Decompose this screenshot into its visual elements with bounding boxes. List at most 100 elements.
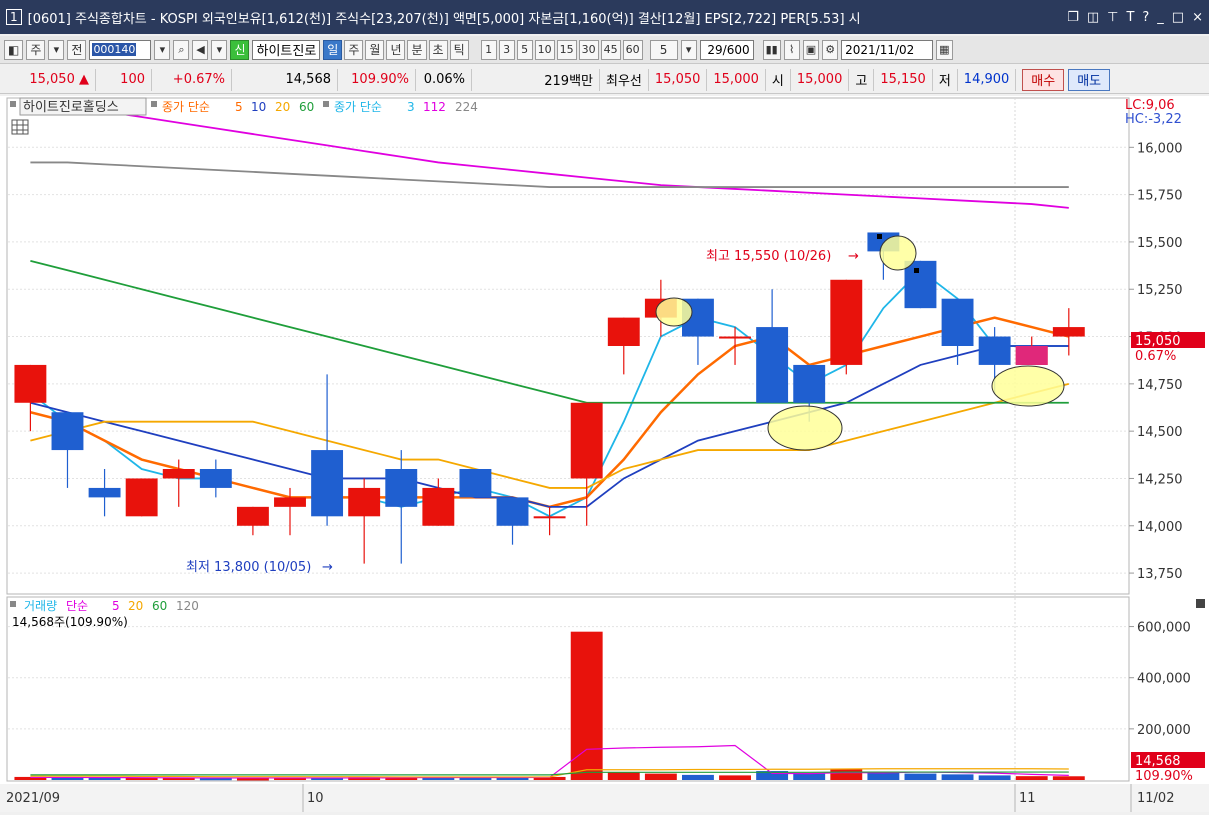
highlight-marker (655, 297, 693, 327)
speaker-dropdown-icon[interactable]: ▾ (211, 39, 228, 60)
minute-option-10[interactable]: 10 (534, 39, 555, 60)
ma2-label: 종가 단순 (334, 100, 382, 114)
search-icon[interactable]: ⌕ (173, 39, 190, 60)
tab-period-0[interactable]: 일 (323, 39, 343, 60)
volume-tick-label: 600,000 (1137, 621, 1191, 636)
volume-bar (719, 775, 751, 780)
candle (533, 516, 566, 519)
tab-period-2[interactable]: 월 (365, 39, 385, 60)
minute-option-1[interactable]: 1 (480, 39, 497, 60)
date-label: 10 (307, 791, 324, 806)
volume-bar (236, 778, 269, 781)
candle (570, 402, 603, 479)
gear-icon[interactable]: ⚙ (822, 39, 839, 60)
candle (14, 364, 47, 403)
candle (274, 497, 306, 507)
bid-price: 15,000 (707, 68, 766, 91)
table-icon[interactable] (11, 119, 29, 135)
chart-area[interactable]: 13,75014,00014,25014,50014,75015,00015,2… (0, 96, 1209, 812)
candle-icon[interactable]: ▮▮ (762, 39, 781, 60)
stock-code-input[interactable]: 000140 (89, 39, 152, 60)
volume-ma-label: 단순 (66, 599, 88, 613)
help-icon[interactable]: ? (1142, 10, 1149, 25)
volume-value-text: 14,568주(109.90%) (12, 615, 128, 629)
up-arrow-icon: ▲ (79, 72, 89, 87)
pin-icon[interactable]: ⊤ (1107, 10, 1118, 25)
prev-button[interactable]: 전 (67, 39, 87, 60)
volume-ma-5 (30, 744, 1069, 779)
low-label: 저 (933, 68, 958, 91)
minimize-icon[interactable]: _ (1157, 10, 1164, 25)
price-tick-label: 15,750 (1137, 189, 1183, 204)
speaker-icon[interactable]: ◀ (192, 39, 209, 60)
highlight-marker (767, 405, 843, 451)
current-price: 15,050 ▲ (8, 68, 96, 91)
candle (199, 469, 232, 488)
panel-close-icon[interactable] (1196, 599, 1205, 608)
maximize-icon[interactable]: □ (1172, 10, 1184, 25)
buy-button[interactable]: 매수 (1022, 68, 1065, 91)
new-badge[interactable]: 신 (230, 39, 250, 60)
tile-icon[interactable]: ◫ (1087, 10, 1099, 25)
volume-bar (941, 774, 974, 780)
candle (459, 469, 492, 498)
font-icon[interactable]: T (1126, 10, 1134, 25)
tab-period-5[interactable]: 초 (428, 39, 448, 60)
tab-period-4[interactable]: 분 (407, 39, 427, 60)
candle (162, 469, 195, 479)
volume-value: 14,568 (232, 68, 338, 91)
save-icon[interactable]: ▣ (802, 39, 820, 60)
ask-price: 15,050 (649, 68, 708, 91)
sell-button[interactable]: 매도 (1068, 68, 1111, 91)
candle (830, 279, 863, 365)
minute-option-45[interactable]: 45 (600, 39, 621, 60)
chevron-down-icon[interactable]: ▾ (48, 39, 65, 60)
volume-ma-period-5: 5 (112, 599, 120, 613)
open-price: 15,000 (791, 68, 850, 91)
right-arrow-icon: → (848, 249, 859, 264)
minute-option-30[interactable]: 30 (578, 39, 599, 60)
candle (236, 506, 269, 526)
highlight-marker (991, 365, 1065, 407)
legend-square-icon (151, 101, 157, 107)
minute-option-60[interactable]: 60 (622, 39, 643, 60)
tab-period-1[interactable]: 주 (344, 39, 364, 60)
period-select[interactable]: 주 (26, 39, 46, 60)
minute-option-15[interactable]: 15 (556, 39, 577, 60)
stock-name-field: 하이트진로 (252, 39, 321, 60)
layout-icon[interactable]: ◧ (4, 39, 24, 60)
volume-ma-period-120: 120 (176, 599, 199, 613)
candle (496, 497, 529, 526)
chart-canvas[interactable]: 13,75014,00014,25014,50014,75015,00015,2… (0, 96, 1209, 812)
minute-option-5[interactable]: 5 (516, 39, 533, 60)
candle (311, 450, 344, 517)
price-tick-label: 14,750 (1137, 378, 1183, 393)
candle (125, 478, 158, 517)
current-volume-pct: 109.90% (1135, 769, 1193, 784)
right-arrow-icon: → (322, 560, 333, 575)
minute-option-3[interactable]: 3 (498, 39, 515, 60)
close-icon[interactable]: × (1192, 10, 1203, 25)
high-note: 최고 15,550 (10/26) (706, 249, 831, 264)
date-field[interactable]: 2021/11/02 (841, 39, 934, 60)
volume-bar (607, 772, 640, 780)
restore-icon[interactable]: ❐ (1067, 10, 1079, 25)
current-volume-label: 14,568 (1135, 754, 1181, 769)
code-dropdown-icon[interactable]: ▾ (154, 39, 171, 60)
price-tick-label: 15,500 (1137, 236, 1183, 251)
interval-dropdown-icon[interactable]: ▾ (680, 39, 697, 60)
current-price-label: 15,050 (1135, 334, 1181, 349)
candle (941, 298, 974, 346)
tab-period-6[interactable]: 틱 (449, 39, 469, 60)
indicator-icon[interactable]: ⌇ (783, 39, 800, 60)
interval-select[interactable]: 5 (649, 39, 678, 60)
candle (978, 336, 1011, 365)
price-tick-label: 13,750 (1137, 567, 1183, 582)
volume-bar (793, 773, 826, 780)
stock-code-value: 000140 (92, 43, 137, 56)
tab-period-3[interactable]: 년 (386, 39, 406, 60)
volume-ratio: 109.90% (338, 68, 416, 91)
ma-line-10 (30, 345, 1069, 508)
ma-line-224 (30, 161, 1069, 188)
calendar-icon[interactable]: ▦ (936, 39, 953, 60)
